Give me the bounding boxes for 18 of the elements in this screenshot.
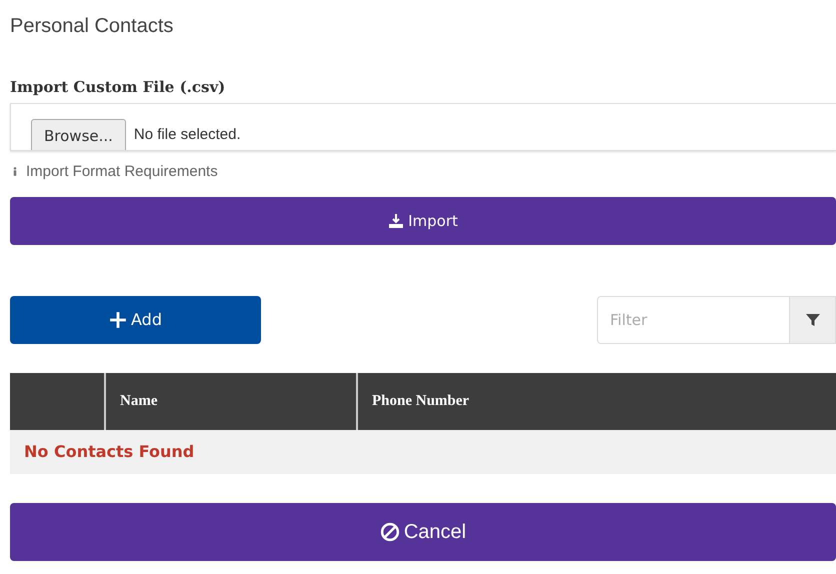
file-input[interactable]: Browse... No file selected. xyxy=(10,102,836,150)
page-title: Personal Contacts xyxy=(10,14,174,38)
browse-button[interactable]: Browse... xyxy=(31,119,126,150)
upload-icon xyxy=(388,213,404,229)
add-button[interactable]: Add xyxy=(10,296,261,344)
requirements-link[interactable]: Import Format Requirements xyxy=(10,160,836,183)
filter-button[interactable] xyxy=(790,296,836,344)
column-header: Name xyxy=(105,373,357,430)
import-button[interactable]: Import xyxy=(10,197,836,245)
column-header: Phone Number xyxy=(357,373,836,430)
cancel-button[interactable]: Cancel xyxy=(10,503,836,561)
plus-icon xyxy=(109,311,127,329)
filter-icon xyxy=(804,312,820,328)
empty-message: No Contacts Found xyxy=(10,430,836,474)
file-status: No file selected. xyxy=(134,125,241,145)
cancel-icon xyxy=(380,522,400,542)
field-label: Import Custom File (.csv) xyxy=(10,77,226,98)
filter-field[interactable]: Filter xyxy=(597,296,790,344)
